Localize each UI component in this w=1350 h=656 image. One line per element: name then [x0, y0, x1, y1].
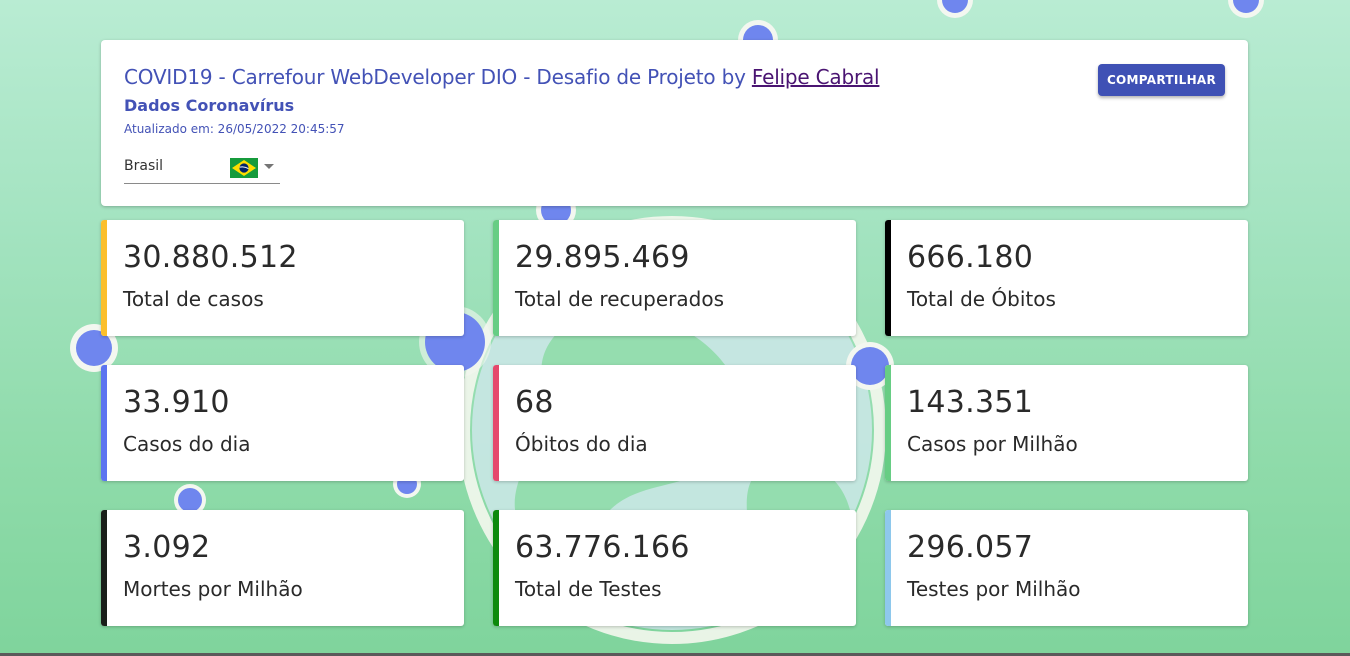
stat-card-daily-cases: 33.910 Casos do dia	[101, 365, 464, 481]
stat-card-accent-bar	[101, 220, 107, 336]
stat-value: 143.351	[907, 385, 1034, 420]
stat-card-total-cases: 30.880.512 Total de casos	[101, 220, 464, 336]
stat-card-accent-bar	[885, 510, 891, 626]
stat-card-accent-bar	[885, 365, 891, 481]
page-title-text: COVID19 - Carrefour WebDeveloper DIO - D…	[124, 65, 752, 89]
virus-particle-7	[1228, 0, 1264, 18]
stat-card-total-recovered: 29.895.469 Total de recuperados	[493, 220, 856, 336]
stat-card-tests-per-million: 296.057 Testes por Milhão	[885, 510, 1248, 626]
stat-label: Total de recuperados	[515, 287, 725, 311]
stat-card-accent-bar	[101, 510, 107, 626]
virus-particle-6	[937, 0, 973, 18]
stat-label: Casos do dia	[123, 432, 251, 456]
stat-label: Testes por Milhão	[907, 577, 1081, 601]
stat-value: 68	[515, 385, 554, 420]
stat-value: 33.910	[123, 385, 230, 420]
brazil-flag-icon	[230, 158, 258, 178]
stat-label: Total de Óbitos	[907, 287, 1056, 311]
stat-card-accent-bar	[885, 220, 891, 336]
header-card: COVID19 - Carrefour WebDeveloper DIO - D…	[101, 40, 1248, 206]
chevron-down-icon	[264, 164, 274, 169]
stat-value: 3.092	[123, 530, 211, 565]
stat-value: 666.180	[907, 240, 1034, 275]
stat-value: 30.880.512	[123, 240, 298, 275]
stat-card-total-tests: 63.776.166 Total de Testes	[493, 510, 856, 626]
country-select-value: Brasil	[124, 158, 164, 174]
stat-label: Óbitos do dia	[515, 432, 648, 456]
stat-label: Casos por Milhão	[907, 432, 1078, 456]
stat-card-accent-bar	[101, 365, 107, 481]
stat-value: 29.895.469	[515, 240, 690, 275]
stat-card-daily-deaths: 68 Óbitos do dia	[493, 365, 856, 481]
country-select[interactable]: Brasil	[124, 153, 280, 184]
share-button[interactable]: COMPARTILHAR	[1098, 64, 1225, 96]
stat-label: Total de Testes	[515, 577, 662, 601]
stat-card-total-deaths: 666.180 Total de Óbitos	[885, 220, 1248, 336]
updated-timestamp: Atualizado em: 26/05/2022 20:45:57	[124, 122, 345, 136]
stat-label: Mortes por Milhão	[123, 577, 303, 601]
stat-card-cases-per-million: 143.351 Casos por Milhão	[885, 365, 1248, 481]
stat-value: 63.776.166	[515, 530, 690, 565]
author-link[interactable]: Felipe Cabral	[752, 65, 880, 89]
stat-card-accent-bar	[493, 220, 499, 336]
page-subtitle: Dados Coronavírus	[124, 96, 295, 115]
stat-label: Total de casos	[123, 287, 264, 311]
stat-value: 296.057	[907, 530, 1034, 565]
stat-card-deaths-per-million: 3.092 Mortes por Milhão	[101, 510, 464, 626]
page-title: COVID19 - Carrefour WebDeveloper DIO - D…	[124, 65, 880, 89]
stat-card-accent-bar	[493, 365, 499, 481]
stat-card-accent-bar	[493, 510, 499, 626]
